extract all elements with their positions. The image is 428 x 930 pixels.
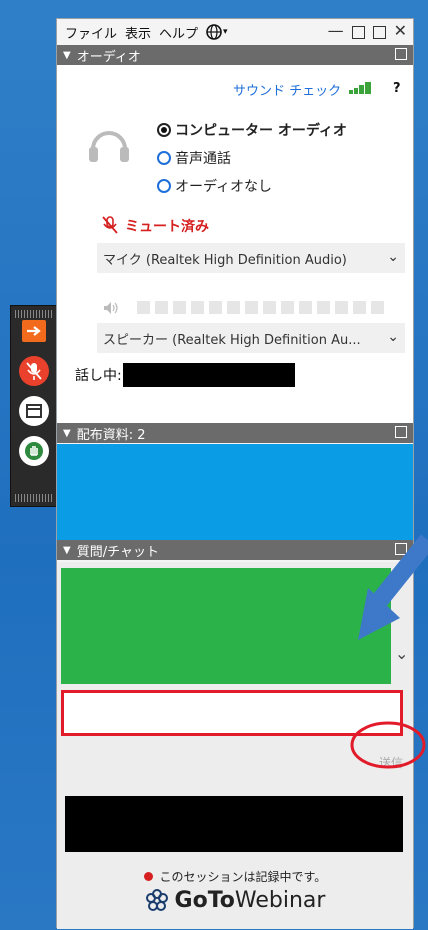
recording-notice: このセッションは記録中です。: [57, 868, 413, 885]
muted-mic-icon: [26, 362, 42, 380]
qa-panel-title: 質問/チャット: [76, 544, 159, 560]
microphone-select[interactable]: マイク (Realtek High Definition Audio) ⌄: [97, 243, 405, 273]
popout-icon[interactable]: [395, 48, 407, 60]
radio-no-audio[interactable]: オーディオなし: [157, 176, 272, 196]
brand-goto: GoTo: [174, 888, 235, 913]
mic-mute-button[interactable]: [19, 356, 49, 386]
gotowebinar-flower-icon: [145, 888, 168, 911]
signal-bars-icon: [349, 82, 371, 94]
qa-panel: ⌄ 送信 このセッションは記録中です。 GoTo Webinar: [57, 562, 413, 929]
chevron-down-icon: ▾: [223, 27, 228, 37]
window-icon: [26, 404, 42, 418]
language-globe-button[interactable]: ▾: [206, 24, 228, 40]
question-input[interactable]: [61, 690, 403, 736]
handouts-panel-header[interactable]: ▼ 配布資料: 2: [57, 423, 413, 443]
popout-icon[interactable]: [395, 543, 407, 555]
hand-icon: [25, 442, 43, 460]
recording-dot-icon: [143, 872, 153, 881]
close-button[interactable]: ✕: [394, 21, 407, 40]
audio-panel-header[interactable]: ▼ オーディオ: [57, 45, 413, 65]
radio-phone-call[interactable]: 音声通話: [157, 148, 231, 168]
scroll-down-button[interactable]: ⌄: [395, 644, 408, 663]
chevron-down-icon: ⌄: [387, 329, 399, 345]
arrow-right-icon: [27, 326, 41, 336]
handouts-panel[interactable]: [57, 444, 413, 540]
recording-banner-redacted: [65, 796, 403, 852]
audio-panel: サウンド チェック ? コンピューター オーディオ 音声通話 オーディオなし ミ…: [57, 65, 413, 423]
mini-control-panel: [10, 305, 58, 507]
popout-icon[interactable]: [395, 426, 407, 438]
volume-meter: [137, 301, 384, 314]
radio-selected-icon: [157, 123, 171, 137]
menu-bar: ファイル 表示 ヘルプ ▾ — ✕: [57, 19, 413, 45]
chevron-down-icon: ⌄: [387, 249, 399, 265]
send-button[interactable]: 送信: [379, 754, 403, 771]
restore-button[interactable]: [351, 26, 365, 39]
collapse-triangle-icon: ▼: [63, 427, 71, 439]
popout-button[interactable]: [372, 26, 386, 39]
panel-grip-bottom[interactable]: [15, 494, 53, 502]
collapse-triangle-icon: ▼: [63, 544, 71, 556]
chat-log: [61, 568, 391, 684]
sound-check-link[interactable]: サウンド チェック: [233, 80, 341, 99]
radio-label: 音声通話: [175, 151, 231, 167]
radio-label: コンピューター オーディオ: [175, 123, 347, 139]
headset-icon: [89, 131, 129, 162]
gotowebinar-logo: GoTo Webinar: [57, 888, 413, 913]
window-controls: — ✕: [328, 21, 407, 40]
handouts-panel-title: 配布資料: 2: [76, 427, 146, 443]
minimize-button[interactable]: —: [328, 21, 344, 40]
help-button[interactable]: ?: [393, 81, 401, 96]
speaker-select-value: スピーカー (Realtek High Definition Au...: [103, 332, 361, 348]
panel-grip[interactable]: [15, 310, 53, 318]
radio-icon: [157, 151, 171, 165]
radio-computer-audio[interactable]: コンピューター オーディオ: [157, 120, 347, 140]
qa-panel-header[interactable]: ▼ 質問/チャット: [57, 540, 413, 560]
collapse-triangle-icon: ▼: [63, 49, 71, 61]
microphone-select-value: マイク (Realtek High Definition Audio): [103, 252, 347, 268]
speaker-icon: [104, 302, 118, 314]
muted-status: ミュート済み: [125, 219, 209, 235]
recording-notice-text: このセッションは記録中です。: [159, 870, 327, 884]
raise-hand-button[interactable]: [19, 436, 49, 466]
menu-view[interactable]: 表示: [125, 23, 151, 42]
radio-label: オーディオなし: [175, 179, 273, 195]
expand-arrow-button[interactable]: [22, 320, 46, 342]
muted-mic-icon: [102, 216, 118, 234]
radio-icon: [157, 179, 171, 193]
audio-panel-title: オーディオ: [76, 49, 141, 65]
gotowebinar-control-panel: ファイル 表示 ヘルプ ▾ — ✕ ▼ オーディオ サウンド チェック ? コン…: [56, 18, 414, 929]
globe-icon: [206, 24, 222, 40]
menu-file[interactable]: ファイル: [65, 23, 117, 42]
brand-webinar: Webinar: [234, 888, 326, 913]
talking-name-redacted: [123, 363, 295, 387]
screen-share-button[interactable]: [19, 396, 49, 426]
talking-label: 話し中:: [75, 368, 122, 384]
menu-help[interactable]: ヘルプ: [159, 23, 198, 42]
speaker-select[interactable]: スピーカー (Realtek High Definition Au... ⌄: [97, 323, 405, 353]
